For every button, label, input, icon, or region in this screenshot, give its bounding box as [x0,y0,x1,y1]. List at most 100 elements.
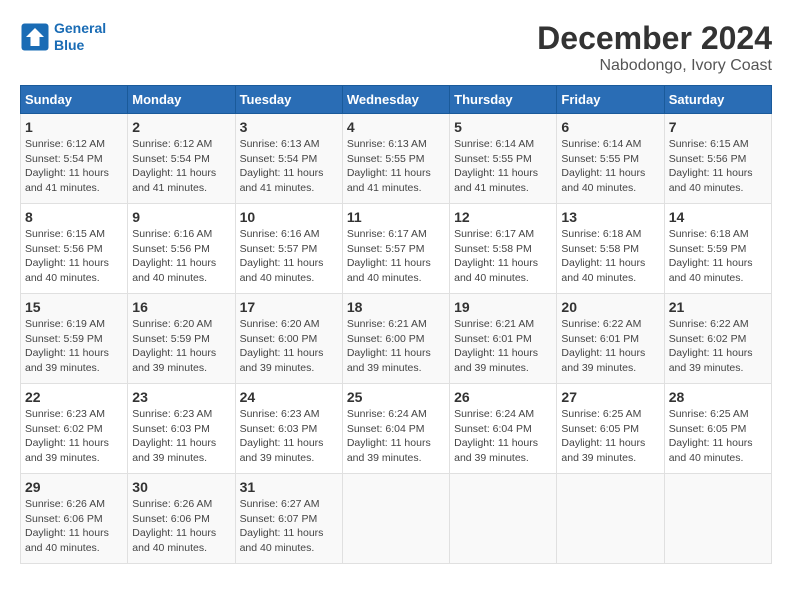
day-number: 7 [669,119,767,135]
day-number: 17 [240,299,338,315]
logo-line2: Blue [54,37,84,53]
day-info: Sunrise: 6:23 AM Sunset: 6:02 PM Dayligh… [25,407,123,466]
day-number: 15 [25,299,123,315]
day-info: Sunrise: 6:14 AM Sunset: 5:55 PM Dayligh… [561,137,659,196]
calendar-table: SundayMondayTuesdayWednesdayThursdayFrid… [20,85,772,564]
calendar-cell: 7 Sunrise: 6:15 AM Sunset: 5:56 PM Dayli… [664,114,771,204]
day-info: Sunrise: 6:15 AM Sunset: 5:56 PM Dayligh… [669,137,767,196]
day-info: Sunrise: 6:14 AM Sunset: 5:55 PM Dayligh… [454,137,552,196]
day-info: Sunrise: 6:23 AM Sunset: 6:03 PM Dayligh… [132,407,230,466]
calendar-cell: 10 Sunrise: 6:16 AM Sunset: 5:57 PM Dayl… [235,204,342,294]
calendar-week-row: 29 Sunrise: 6:26 AM Sunset: 6:06 PM Dayl… [21,474,772,564]
day-number: 31 [240,479,338,495]
day-info: Sunrise: 6:13 AM Sunset: 5:54 PM Dayligh… [240,137,338,196]
calendar-cell: 14 Sunrise: 6:18 AM Sunset: 5:59 PM Dayl… [664,204,771,294]
day-number: 18 [347,299,445,315]
day-number: 8 [25,209,123,225]
calendar-cell: 21 Sunrise: 6:22 AM Sunset: 6:02 PM Dayl… [664,294,771,384]
day-info: Sunrise: 6:16 AM Sunset: 5:56 PM Dayligh… [132,227,230,286]
day-number: 28 [669,389,767,405]
day-number: 22 [25,389,123,405]
page-title: December 2024 [537,20,772,57]
header-wednesday: Wednesday [342,86,449,114]
page-header: General Blue December 2024 Nabodongo, Iv… [20,20,772,75]
day-info: Sunrise: 6:16 AM Sunset: 5:57 PM Dayligh… [240,227,338,286]
calendar-cell: 15 Sunrise: 6:19 AM Sunset: 5:59 PM Dayl… [21,294,128,384]
calendar-cell: 9 Sunrise: 6:16 AM Sunset: 5:56 PM Dayli… [128,204,235,294]
calendar-week-row: 22 Sunrise: 6:23 AM Sunset: 6:02 PM Dayl… [21,384,772,474]
calendar-cell: 5 Sunrise: 6:14 AM Sunset: 5:55 PM Dayli… [450,114,557,204]
day-info: Sunrise: 6:18 AM Sunset: 5:59 PM Dayligh… [669,227,767,286]
calendar-cell: 8 Sunrise: 6:15 AM Sunset: 5:56 PM Dayli… [21,204,128,294]
page-subtitle: Nabodongo, Ivory Coast [537,57,772,75]
calendar-cell: 13 Sunrise: 6:18 AM Sunset: 5:58 PM Dayl… [557,204,664,294]
day-info: Sunrise: 6:18 AM Sunset: 5:58 PM Dayligh… [561,227,659,286]
day-info: Sunrise: 6:17 AM Sunset: 5:57 PM Dayligh… [347,227,445,286]
day-info: Sunrise: 6:17 AM Sunset: 5:58 PM Dayligh… [454,227,552,286]
calendar-cell: 17 Sunrise: 6:20 AM Sunset: 6:00 PM Dayl… [235,294,342,384]
calendar-cell [342,474,449,564]
calendar-week-row: 8 Sunrise: 6:15 AM Sunset: 5:56 PM Dayli… [21,204,772,294]
calendar-cell: 25 Sunrise: 6:24 AM Sunset: 6:04 PM Dayl… [342,384,449,474]
day-info: Sunrise: 6:12 AM Sunset: 5:54 PM Dayligh… [132,137,230,196]
day-number: 6 [561,119,659,135]
day-number: 27 [561,389,659,405]
calendar-header-row: SundayMondayTuesdayWednesdayThursdayFrid… [21,86,772,114]
day-number: 29 [25,479,123,495]
calendar-cell: 16 Sunrise: 6:20 AM Sunset: 5:59 PM Dayl… [128,294,235,384]
day-number: 10 [240,209,338,225]
calendar-cell: 18 Sunrise: 6:21 AM Sunset: 6:00 PM Dayl… [342,294,449,384]
calendar-cell: 23 Sunrise: 6:23 AM Sunset: 6:03 PM Dayl… [128,384,235,474]
day-info: Sunrise: 6:23 AM Sunset: 6:03 PM Dayligh… [240,407,338,466]
day-number: 5 [454,119,552,135]
day-number: 9 [132,209,230,225]
day-number: 30 [132,479,230,495]
day-number: 20 [561,299,659,315]
calendar-cell: 29 Sunrise: 6:26 AM Sunset: 6:06 PM Dayl… [21,474,128,564]
day-info: Sunrise: 6:24 AM Sunset: 6:04 PM Dayligh… [347,407,445,466]
day-number: 25 [347,389,445,405]
header-thursday: Thursday [450,86,557,114]
day-number: 3 [240,119,338,135]
day-number: 12 [454,209,552,225]
day-info: Sunrise: 6:27 AM Sunset: 6:07 PM Dayligh… [240,497,338,556]
calendar-cell: 31 Sunrise: 6:27 AM Sunset: 6:07 PM Dayl… [235,474,342,564]
day-number: 19 [454,299,552,315]
day-info: Sunrise: 6:26 AM Sunset: 6:06 PM Dayligh… [25,497,123,556]
logo: General Blue [20,20,106,54]
header-sunday: Sunday [21,86,128,114]
calendar-cell: 20 Sunrise: 6:22 AM Sunset: 6:01 PM Dayl… [557,294,664,384]
day-info: Sunrise: 6:24 AM Sunset: 6:04 PM Dayligh… [454,407,552,466]
calendar-week-row: 1 Sunrise: 6:12 AM Sunset: 5:54 PM Dayli… [21,114,772,204]
calendar-cell: 26 Sunrise: 6:24 AM Sunset: 6:04 PM Dayl… [450,384,557,474]
calendar-cell: 4 Sunrise: 6:13 AM Sunset: 5:55 PM Dayli… [342,114,449,204]
day-info: Sunrise: 6:26 AM Sunset: 6:06 PM Dayligh… [132,497,230,556]
title-section: December 2024 Nabodongo, Ivory Coast [537,20,772,75]
day-number: 23 [132,389,230,405]
day-number: 13 [561,209,659,225]
logo-icon [20,22,50,52]
day-number: 1 [25,119,123,135]
day-number: 14 [669,209,767,225]
day-info: Sunrise: 6:22 AM Sunset: 6:02 PM Dayligh… [669,317,767,376]
day-number: 11 [347,209,445,225]
calendar-cell: 3 Sunrise: 6:13 AM Sunset: 5:54 PM Dayli… [235,114,342,204]
day-info: Sunrise: 6:13 AM Sunset: 5:55 PM Dayligh… [347,137,445,196]
calendar-cell: 19 Sunrise: 6:21 AM Sunset: 6:01 PM Dayl… [450,294,557,384]
day-info: Sunrise: 6:20 AM Sunset: 6:00 PM Dayligh… [240,317,338,376]
day-info: Sunrise: 6:25 AM Sunset: 6:05 PM Dayligh… [561,407,659,466]
day-number: 4 [347,119,445,135]
day-number: 24 [240,389,338,405]
header-tuesday: Tuesday [235,86,342,114]
calendar-cell: 30 Sunrise: 6:26 AM Sunset: 6:06 PM Dayl… [128,474,235,564]
day-info: Sunrise: 6:19 AM Sunset: 5:59 PM Dayligh… [25,317,123,376]
day-info: Sunrise: 6:21 AM Sunset: 6:00 PM Dayligh… [347,317,445,376]
day-number: 2 [132,119,230,135]
day-number: 21 [669,299,767,315]
calendar-cell: 12 Sunrise: 6:17 AM Sunset: 5:58 PM Dayl… [450,204,557,294]
header-saturday: Saturday [664,86,771,114]
day-info: Sunrise: 6:25 AM Sunset: 6:05 PM Dayligh… [669,407,767,466]
calendar-cell: 2 Sunrise: 6:12 AM Sunset: 5:54 PM Dayli… [128,114,235,204]
calendar-cell: 1 Sunrise: 6:12 AM Sunset: 5:54 PM Dayli… [21,114,128,204]
day-number: 26 [454,389,552,405]
